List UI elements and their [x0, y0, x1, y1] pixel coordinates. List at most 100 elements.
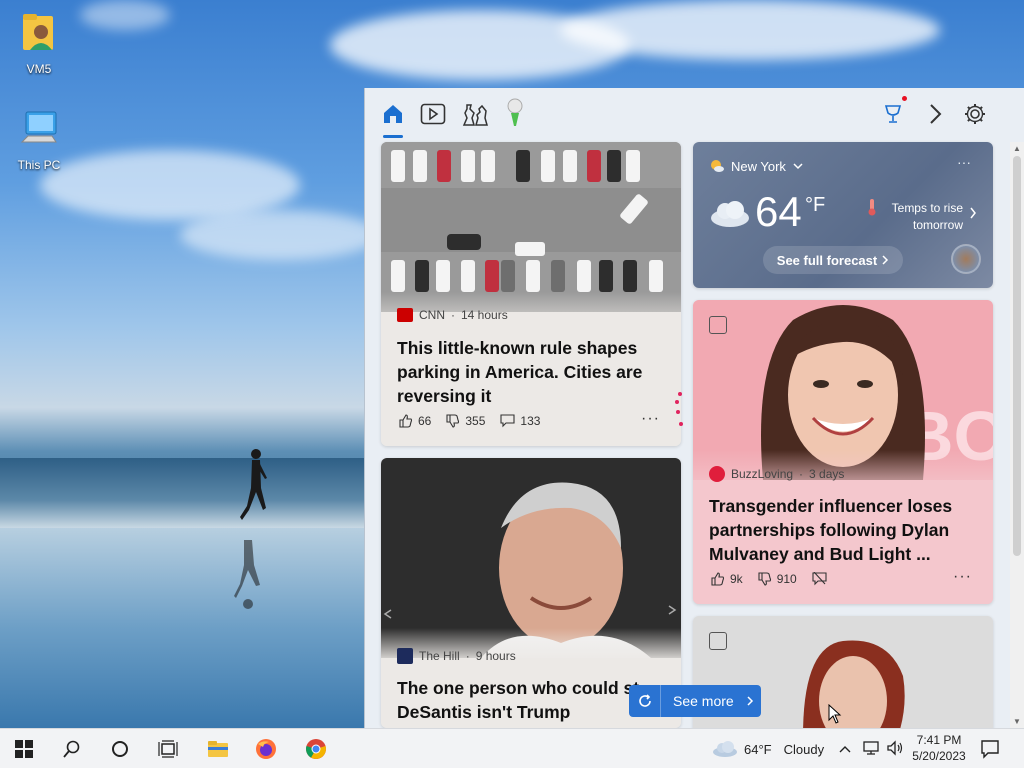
weather-more-button[interactable]: ··· — [957, 154, 971, 170]
tab-chess[interactable] — [459, 98, 491, 130]
like-button[interactable]: 66 — [399, 414, 431, 428]
taskbar-weather[interactable]: 64°F Cloudy — [712, 729, 824, 768]
the-hill-logo-icon — [397, 648, 413, 664]
clock[interactable]: 7:41 PM 5/20/2023 — [910, 732, 968, 764]
computer-icon — [20, 111, 57, 143]
buzzloving-logo-icon — [709, 466, 725, 482]
weather-card[interactable]: New York ··· 64 °F Temps to rise tomorro… — [693, 142, 993, 288]
tab-golf[interactable] — [499, 98, 531, 130]
comment-button[interactable] — [812, 572, 827, 586]
clock-time: 7:41 PM — [916, 733, 962, 747]
widgets-panel: CNN · 14 hours This little-known rule sh… — [364, 88, 1024, 728]
image-badge-icon — [709, 632, 727, 650]
weather-location: New York — [731, 158, 786, 174]
action-center-button[interactable] — [980, 739, 1000, 764]
cnn-logo-icon — [397, 308, 413, 322]
firefox-button[interactable] — [242, 729, 290, 768]
tab-home[interactable] — [377, 98, 409, 138]
article-source: CNN · 14 hours — [397, 308, 508, 322]
taskbar-weather-temp: 64°F — [744, 741, 772, 757]
comment-button[interactable]: 133 — [500, 414, 540, 428]
scroll-down-arrow[interactable]: ▼ — [1013, 717, 1021, 726]
runner-silhouette — [240, 449, 267, 520]
like-count: 66 — [418, 414, 432, 428]
firefox-icon — [256, 739, 276, 759]
search-icon — [63, 740, 80, 758]
more-options-button[interactable]: ··· — [641, 410, 660, 428]
task-view-icon — [158, 740, 178, 758]
cloud-icon — [711, 201, 749, 227]
mouse-cursor-icon — [828, 704, 842, 724]
scrollbar[interactable]: ▲ ▼ — [1010, 142, 1024, 728]
thumbs-up-icon — [711, 572, 725, 586]
user-folder-icon — [23, 14, 53, 50]
weather-avatar[interactable] — [951, 244, 981, 274]
article-source: BuzzLoving · 3 days — [709, 466, 844, 482]
article-source: The Hill · 9 hours — [397, 648, 516, 664]
comment-off-icon — [812, 572, 827, 586]
news-card[interactable]: BO BuzzLoving · 3 days Transgender influ… — [693, 300, 993, 604]
desktop-icon-label: This PC — [17, 158, 61, 172]
volume-button[interactable] — [886, 740, 904, 761]
comment-count: 133 — [520, 414, 541, 428]
refresh-icon — [629, 685, 661, 717]
dislike-button[interactable]: 355 — [446, 414, 485, 428]
network-button[interactable] — [862, 740, 880, 761]
cloud-icon — [713, 741, 737, 757]
see-more-label: See more — [673, 693, 734, 709]
news-card[interactable]: CNN · 14 hours This little-known rule sh… — [381, 142, 681, 446]
search-button[interactable] — [48, 729, 96, 768]
next-button[interactable] — [919, 98, 951, 130]
dislike-button[interactable]: 910 — [758, 572, 797, 586]
article-image — [381, 142, 681, 312]
thermometer-icon — [868, 199, 876, 216]
article-title[interactable]: Transgender influencer loses partnership… — [709, 494, 979, 566]
cortana-icon — [112, 741, 128, 757]
see-full-forecast-button[interactable]: See full forecast — [763, 246, 903, 274]
thumbs-up-icon — [399, 414, 413, 428]
article-age: 14 hours — [461, 308, 508, 322]
tab-video[interactable] — [417, 98, 449, 130]
chevron-down-icon — [793, 163, 803, 170]
clock-date: 5/20/2023 — [912, 749, 966, 763]
see-more-button[interactable]: See more — [629, 685, 761, 717]
file-explorer-button[interactable] — [194, 729, 242, 768]
dislike-count: 910 — [776, 572, 797, 586]
notification-icon — [981, 740, 999, 759]
desktop-icon-label: VM5 — [26, 62, 52, 76]
golf-icon — [507, 98, 523, 126]
chrome-button[interactable] — [292, 729, 340, 768]
video-icon — [420, 103, 446, 125]
scroll-up-arrow[interactable]: ▲ — [1013, 144, 1021, 153]
rewards-button[interactable] — [877, 96, 909, 130]
source-name: BuzzLoving — [731, 467, 794, 481]
cortana-button[interactable] — [96, 729, 144, 768]
settings-button[interactable] — [959, 98, 991, 130]
widgets-header — [365, 88, 1024, 140]
desktop-icon-vm5[interactable]: VM5 — [4, 10, 74, 76]
tray-overflow-button[interactable] — [838, 741, 852, 759]
article-actions: 66 355 133 — [399, 414, 550, 428]
beach — [0, 528, 364, 728]
article-actions: 9k 910 — [711, 572, 837, 586]
weather-location-selector[interactable]: New York — [709, 158, 804, 174]
weather-note[interactable]: Temps to rise tomorrow — [879, 200, 963, 234]
article-age: 3 days — [809, 467, 845, 481]
desktop-icon-this-pc[interactable]: This PC — [4, 108, 74, 172]
chess-icon — [462, 104, 488, 126]
chevron-right-icon — [747, 696, 753, 706]
start-button[interactable] — [0, 729, 48, 768]
thumbs-down-icon — [758, 572, 771, 586]
weather-unit: °F — [805, 194, 826, 216]
more-options-button[interactable]: ··· — [953, 568, 972, 586]
chevron-right-icon — [930, 104, 942, 124]
task-view-button[interactable] — [144, 729, 192, 768]
home-icon — [384, 105, 402, 123]
volume-icon — [887, 740, 903, 756]
article-title[interactable]: This little-known rule shapes parking in… — [397, 336, 667, 408]
chrome-icon — [306, 739, 326, 759]
chevron-right-icon — [882, 255, 889, 265]
image-badge-icon — [709, 316, 727, 334]
scroll-thumb[interactable] — [1013, 156, 1021, 556]
like-button[interactable]: 9k — [711, 572, 743, 586]
